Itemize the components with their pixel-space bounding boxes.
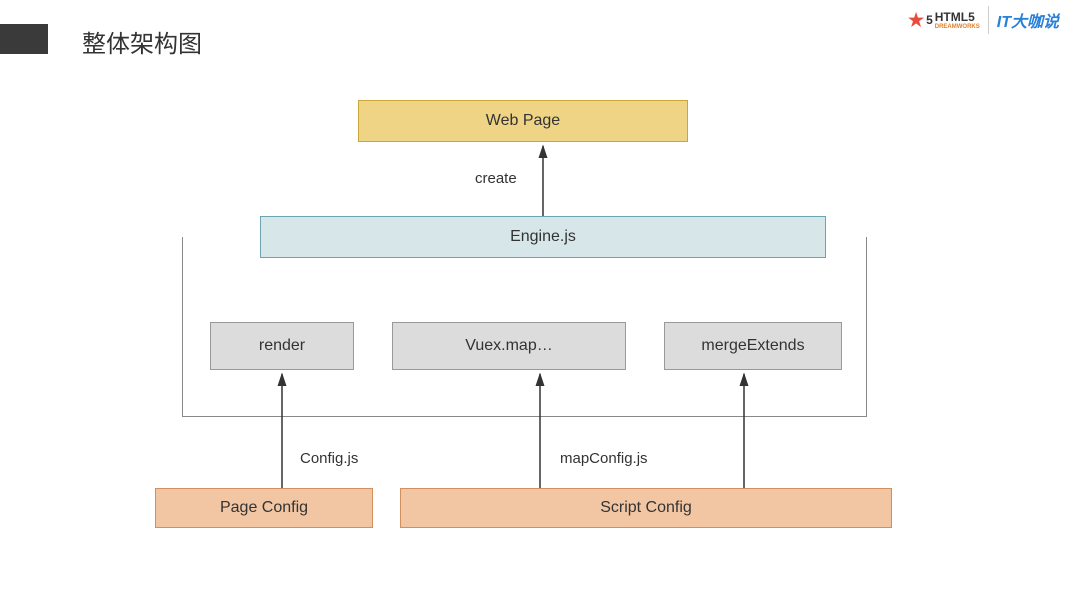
logo-html5-prefix: 5	[926, 13, 933, 27]
box-web-page-label: Web Page	[486, 112, 560, 130]
box-merge-label: mergeExtends	[701, 337, 804, 355]
box-web-page: Web Page	[358, 100, 688, 142]
box-merge-extends: mergeExtends	[664, 322, 842, 370]
box-pageconfig-label: Page Config	[220, 499, 308, 517]
logo-html5-text: HTML5	[935, 10, 975, 24]
page-title: 整体架构图	[82, 24, 202, 59]
logo-it-text: IT大咖说	[997, 14, 1059, 31]
box-vuex-label: Vuex.map…	[465, 337, 552, 355]
arrow-label-mapconfig: mapConfig.js	[560, 450, 648, 467]
box-scriptconfig-label: Script Config	[600, 499, 692, 517]
logo-html5-sub: DREAMWORKS	[935, 24, 980, 30]
box-page-config: Page Config	[155, 488, 373, 528]
star-icon: ★	[908, 10, 924, 31]
box-render: render	[210, 322, 354, 370]
arrow-label-create: create	[475, 170, 517, 187]
logo-divider	[988, 6, 989, 34]
logo-html5: ★ 5 HTML5 DREAMWORKS	[908, 10, 980, 31]
box-engine: Engine.js	[260, 216, 826, 258]
box-script-config: Script Config	[400, 488, 892, 528]
logo-it: IT大咖说	[997, 8, 1059, 32]
architecture-diagram: Web Page Engine.js render Vuex.map… merg…	[0, 100, 1071, 560]
logo-area: ★ 5 HTML5 DREAMWORKS IT大咖说	[908, 6, 1059, 34]
box-render-label: render	[259, 337, 305, 355]
arrow-label-config: Config.js	[300, 450, 358, 467]
box-vuex-map: Vuex.map…	[392, 322, 626, 370]
header-accent-bar	[0, 24, 48, 54]
box-engine-label: Engine.js	[510, 228, 576, 246]
